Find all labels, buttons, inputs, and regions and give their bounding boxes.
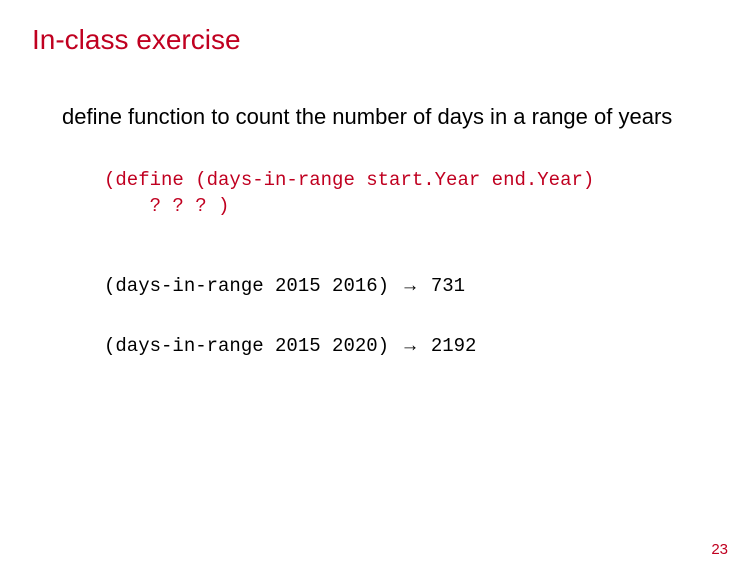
- page-number: 23: [711, 541, 728, 558]
- code-result: 731: [419, 275, 465, 297]
- code-call: (days-in-range 2015 2016): [104, 275, 400, 297]
- code-call: (days-in-range 2015 2020): [104, 335, 400, 357]
- code-example-2: (days-in-range 2015 2020) → 2192: [104, 335, 476, 357]
- code-line: (define (days-in-range start.Year end.Ye…: [104, 169, 594, 191]
- arrow-icon: →: [400, 335, 419, 356]
- code-example-1: (days-in-range 2015 2016) → 731: [104, 275, 465, 297]
- slide-subtitle: define function to count the number of d…: [62, 104, 672, 130]
- slide: In-class exercise define function to cou…: [0, 0, 756, 576]
- arrow-icon: →: [400, 275, 419, 296]
- slide-title: In-class exercise: [32, 24, 241, 56]
- code-line: ? ? ? ): [104, 195, 229, 217]
- code-block-define: (define (days-in-range start.Year end.Ye…: [104, 168, 594, 219]
- code-result: 2192: [419, 335, 476, 357]
